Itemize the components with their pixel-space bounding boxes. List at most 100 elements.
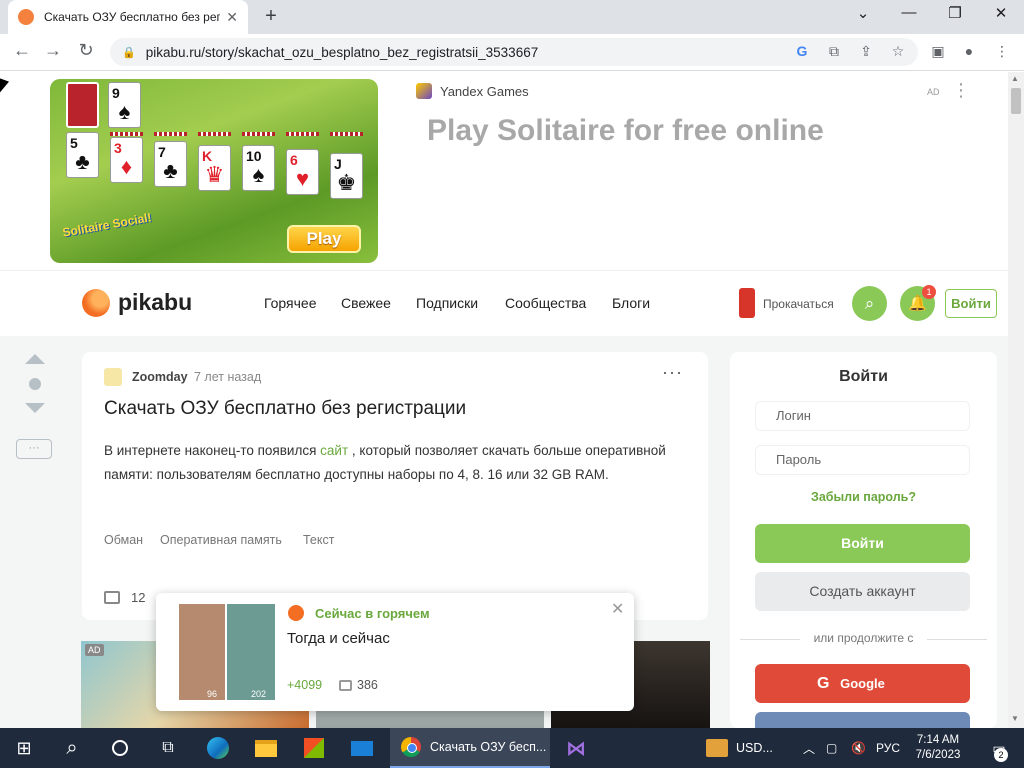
avatar[interactable]	[104, 368, 122, 386]
clock[interactable]: 7:14 AM 7/6/2023	[908, 728, 968, 768]
ad-label: AD	[927, 87, 940, 97]
share-icon[interactable]: ⇪	[856, 43, 876, 60]
login-sidebar: Войти Логин Пароль Забыли пароль? Войти …	[730, 352, 997, 732]
tag[interactable]: Оперативная память	[160, 533, 282, 547]
translate-icon[interactable]: ⧉	[824, 43, 844, 60]
menu-icon[interactable]: ⋮	[992, 43, 1012, 60]
nav-subscriptions[interactable]: Подписки	[416, 295, 478, 311]
lock-icon[interactable]: 🔒	[122, 46, 136, 59]
ad-headline[interactable]: Play Solitaire for free online	[427, 114, 824, 148]
card: 6 ♥	[286, 149, 319, 195]
bookmark-star-icon[interactable]: ☆	[888, 43, 908, 60]
nav-hot[interactable]: Горячее	[264, 295, 317, 311]
reload-button[interactable]: ↻	[73, 40, 99, 61]
profile-icon[interactable]: ●	[959, 43, 979, 59]
chrome-taskbar-button[interactable]: Скачать ОЗУ бесп...	[390, 728, 550, 768]
new-tab-button[interactable]: +	[260, 5, 282, 28]
comment-icon[interactable]	[104, 591, 120, 604]
page-scrollbar[interactable]	[1008, 72, 1024, 728]
google-login-button[interactable]: G Google	[755, 664, 970, 703]
close-window-button[interactable]: ✕	[986, 4, 1016, 22]
browser-toolbar: ← → ↻ 🔒 pikabu.ru/story/skachat_ozu_besp…	[0, 34, 1024, 71]
login-button[interactable]: Войти	[945, 289, 997, 318]
mail-icon[interactable]	[340, 728, 384, 768]
url-text: pikabu.ru/story/skachat_ozu_besplatno_be…	[145, 44, 539, 60]
pikabu-logo-text[interactable]: pikabu	[118, 289, 192, 316]
forgot-password-link[interactable]: Забыли пароль?	[730, 490, 997, 504]
volume-muted-icon[interactable]: 🔇	[851, 728, 866, 768]
scrollbar-thumb[interactable]	[1011, 88, 1021, 114]
browser-tab-strip: Скачать ОЗУ бесплатно без рег ✕ + ⌄ — ❐ …	[0, 0, 1024, 34]
language-indicator[interactable]: РУС	[876, 728, 900, 768]
comment-count[interactable]: 12	[131, 590, 145, 605]
card: 5 ♣	[66, 132, 99, 178]
yandex-games-icon	[416, 83, 432, 99]
or-continue-divider: или продолжите с	[730, 631, 997, 645]
chrome-icon	[401, 737, 421, 757]
card: 9 ♠	[108, 82, 141, 128]
upgrade-link[interactable]: Прокачаться	[763, 297, 834, 311]
scroll-up-icon[interactable]: ▲	[1011, 74, 1019, 83]
card: J ♚	[330, 153, 363, 199]
story-link[interactable]: сайт	[320, 443, 348, 458]
restore-button[interactable]: ❐	[940, 4, 970, 22]
scroll-down-icon[interactable]: ▼	[1011, 714, 1019, 723]
popup-title[interactable]: Тогда и сейчас	[287, 630, 390, 647]
ad-badge: AD	[85, 644, 104, 656]
search-icon[interactable]: ⌕	[852, 286, 887, 321]
task-view-icon[interactable]: ⧉	[144, 728, 192, 768]
tray-chevron-icon[interactable]: ︿	[803, 728, 815, 768]
close-icon[interactable]: ✕	[611, 599, 624, 619]
minimize-button[interactable]: —	[894, 4, 924, 21]
rating-dot-icon	[29, 378, 41, 390]
network-icon[interactable]: ▢	[826, 728, 837, 768]
story-title[interactable]: Скачать ОЗУ бесплатно без регистрации	[104, 398, 466, 420]
tag[interactable]: Обман	[104, 533, 143, 547]
hot-story-popup[interactable]: 96 202 Сейчас в горячем ✕ Тогда и сейчас…	[156, 593, 634, 711]
file-explorer-icon[interactable]	[244, 728, 288, 768]
tab-title: Скачать ОЗУ бесплатно без рег	[44, 10, 221, 24]
more-options-icon[interactable]: ···	[662, 362, 683, 383]
site-header: pikabu Горячее Свежее Подписки Сообществ…	[0, 270, 1008, 335]
cortana-icon[interactable]	[96, 728, 144, 768]
visual-studio-icon[interactable]: ⋈	[554, 728, 598, 768]
card: K ♛	[198, 145, 231, 191]
popup-thumbnail[interactable]: 96 202	[179, 604, 275, 700]
popup-label: Сейчас в горячем	[315, 606, 430, 621]
create-account-button[interactable]: Создать аккаунт	[755, 572, 970, 611]
card: 3 ♦	[110, 137, 143, 183]
ad-menu-icon[interactable]: ⋮	[952, 80, 970, 101]
downvote-icon[interactable]	[25, 403, 45, 413]
play-button[interactable]: Play	[287, 225, 361, 253]
login-field[interactable]: Логин	[755, 401, 970, 431]
google-icon[interactable]: G	[792, 43, 812, 59]
browser-tab[interactable]: Скачать ОЗУ бесплатно без рег ✕	[8, 0, 248, 34]
upvote-icon[interactable]	[25, 354, 45, 364]
back-button[interactable]: ←	[9, 40, 35, 61]
author-name[interactable]: Zoomday	[132, 370, 188, 384]
story-card: Zoomday 7 лет назад ··· Скачать ОЗУ бесп…	[82, 352, 708, 620]
solitaire-ad-image[interactable]: 9 ♠ 5 ♣ 3 ♦ 7 ♣ K ♛ 10 ♠ 6 ♥ J ♚ Solitaire Socia…	[50, 79, 378, 263]
currency-icon	[706, 739, 728, 757]
tab-search-dropdown-icon[interactable]: ⌄	[848, 4, 878, 22]
login-submit-button[interactable]: Войти	[755, 524, 970, 563]
nav-communities[interactable]: Сообщества	[505, 295, 586, 311]
side-panel-icon[interactable]: ▣	[928, 43, 948, 60]
ad-brand[interactable]: Yandex Games	[416, 83, 529, 99]
nav-blogs[interactable]: Блоги	[612, 295, 650, 311]
store-icon[interactable]	[292, 728, 336, 768]
tab-close-icon[interactable]: ✕	[226, 9, 238, 26]
login-title: Войти	[839, 368, 888, 385]
forward-button[interactable]: →	[40, 40, 66, 61]
windows-start-icon[interactable]: ⊞	[0, 728, 48, 768]
tag[interactable]: Текст	[303, 533, 334, 547]
pikabu-logo-icon[interactable]	[82, 289, 110, 317]
password-field[interactable]: Пароль	[755, 445, 970, 475]
upgrade-icon[interactable]	[739, 288, 755, 318]
currency-widget[interactable]: USD...	[706, 728, 786, 768]
search-icon[interactable]: ⌕	[48, 728, 96, 768]
mouse-cursor-icon	[0, 78, 9, 96]
edge-icon[interactable]	[196, 728, 240, 768]
story-save-button[interactable]: ···	[16, 439, 52, 459]
nav-fresh[interactable]: Свежее	[341, 295, 391, 311]
